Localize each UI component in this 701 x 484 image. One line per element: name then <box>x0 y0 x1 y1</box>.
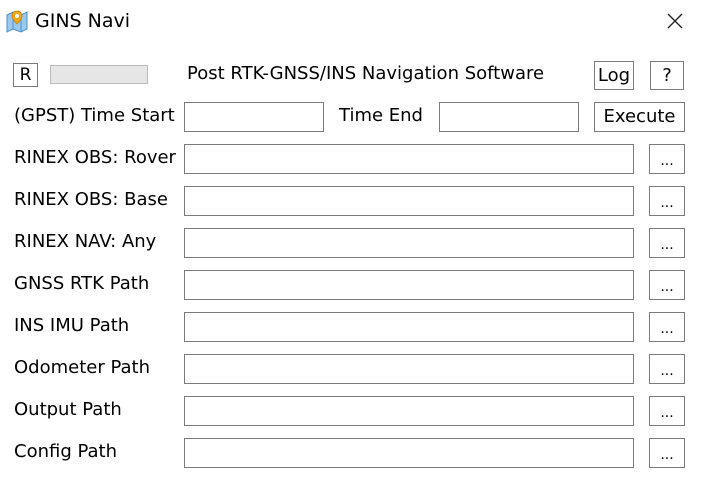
title-bar: GINS Navi <box>0 0 701 42</box>
execute-button[interactable]: Execute <box>594 102 685 132</box>
time-start-label: (GPST) Time Start <box>14 105 175 126</box>
close-icon[interactable] <box>660 6 690 36</box>
map-pin-icon <box>6 10 28 33</box>
reset-button[interactable]: R <box>13 63 38 87</box>
app-subtitle: Post RTK-GNSS/INS Navigation Software <box>187 63 545 84</box>
odometer-path-browse-button[interactable]: ... <box>649 354 685 384</box>
time-end-label: Time End <box>339 105 423 126</box>
ins-imu-path-browse-button[interactable]: ... <box>649 312 685 342</box>
log-button[interactable]: Log <box>594 61 634 90</box>
output-path-browse-button[interactable]: ... <box>649 396 685 426</box>
odometer-path-field[interactable] <box>184 354 634 384</box>
rinex-nav-label: RINEX NAV: Any <box>14 231 157 252</box>
config-path-browse-button[interactable]: ... <box>649 438 685 468</box>
gnss-rtk-path-field[interactable] <box>184 270 634 300</box>
time-end-input[interactable] <box>439 102 579 132</box>
config-path-field[interactable] <box>184 438 634 468</box>
ins-imu-path-field[interactable] <box>184 312 634 342</box>
rinex-obs-rover-label: RINEX OBS: Rover <box>14 147 176 168</box>
config-path-label: Config Path <box>14 441 118 462</box>
output-path-field[interactable] <box>184 396 634 426</box>
odometer-path-label: Odometer Path <box>14 357 151 378</box>
window-title: GINS Navi <box>35 10 131 32</box>
time-start-input[interactable] <box>184 102 324 132</box>
rinex-obs-base-field[interactable] <box>184 186 634 216</box>
rinex-nav-browse-button[interactable]: ... <box>649 228 685 258</box>
help-button[interactable]: ? <box>650 61 684 90</box>
gnss-rtk-path-browse-button[interactable]: ... <box>649 270 685 300</box>
rinex-obs-base-browse-button[interactable]: ... <box>649 186 685 216</box>
rinex-obs-base-label: RINEX OBS: Base <box>14 189 168 210</box>
rinex-obs-rover-field[interactable] <box>184 144 634 174</box>
output-path-label: Output Path <box>14 399 122 420</box>
rinex-obs-rover-browse-button[interactable]: ... <box>649 144 685 174</box>
rinex-nav-field[interactable] <box>184 228 634 258</box>
ins-imu-path-label: INS IMU Path <box>14 315 130 336</box>
progress-bar <box>50 65 148 84</box>
gnss-rtk-path-label: GNSS RTK Path <box>14 273 150 294</box>
